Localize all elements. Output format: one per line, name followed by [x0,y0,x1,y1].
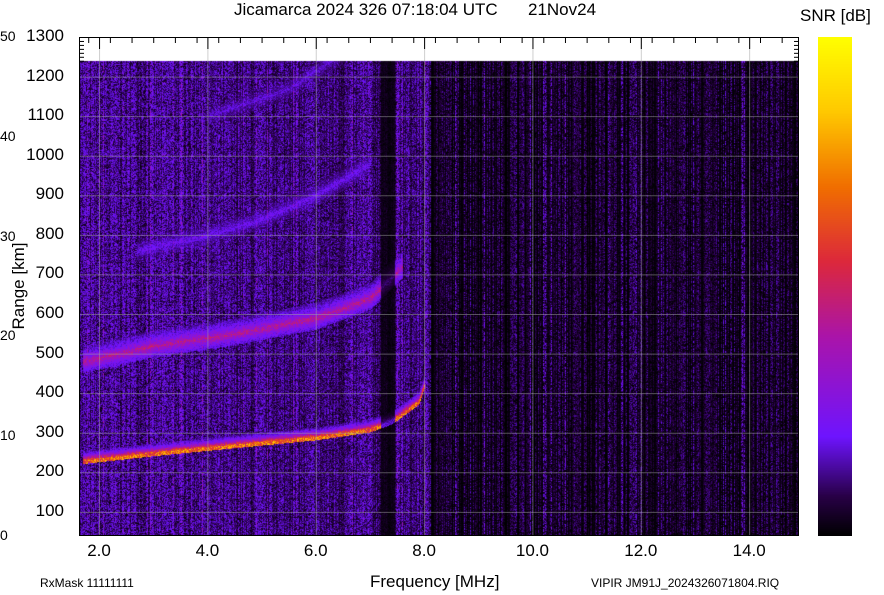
x-tick-label: 12.0 [624,541,658,560]
y-tick-label: 1200 [26,65,64,85]
y-tick-label: 200 [35,461,64,481]
x-tick-label: 14.0 [732,541,766,560]
y-tick-label: 1000 [26,144,64,164]
y-axis-label: Range [km] [9,242,28,330]
colorbar-tick-label: 50 [0,28,16,44]
x-tick-label: 4.0 [195,541,220,560]
y-tick-label: 1100 [27,105,64,125]
colorbar-tick-label: 10 [0,427,16,444]
y-tick-label: 100 [35,500,64,520]
y-tick-label: 900 [35,184,64,204]
plot-grid [79,37,799,536]
x-tick-label: 8.0 [412,541,436,560]
y-tick-label: 400 [35,382,64,402]
colorbar-tick-label: 40 [0,127,16,144]
chart-date: 21Nov24 [528,0,597,19]
chart-title: Jicamarca 2024 326 07:18:04 UTC [234,0,498,19]
rxmask-label: RxMask 11111111 [40,576,134,590]
x-axis-label: Frequency [MHz] [370,572,500,591]
y-tick-label: 500 [35,342,64,362]
filename-label: VIPIR JM91J_2024326071804.RIQ [591,576,780,590]
x-tick-label: 6.0 [303,541,328,560]
colorbar-label: SNR [dB] [800,6,871,25]
colorbar-tick-label: 0 [0,527,8,543]
x-tick-label: 2.0 [87,541,111,560]
colorbar [818,37,852,536]
x-tick-label: 10.0 [515,541,549,560]
